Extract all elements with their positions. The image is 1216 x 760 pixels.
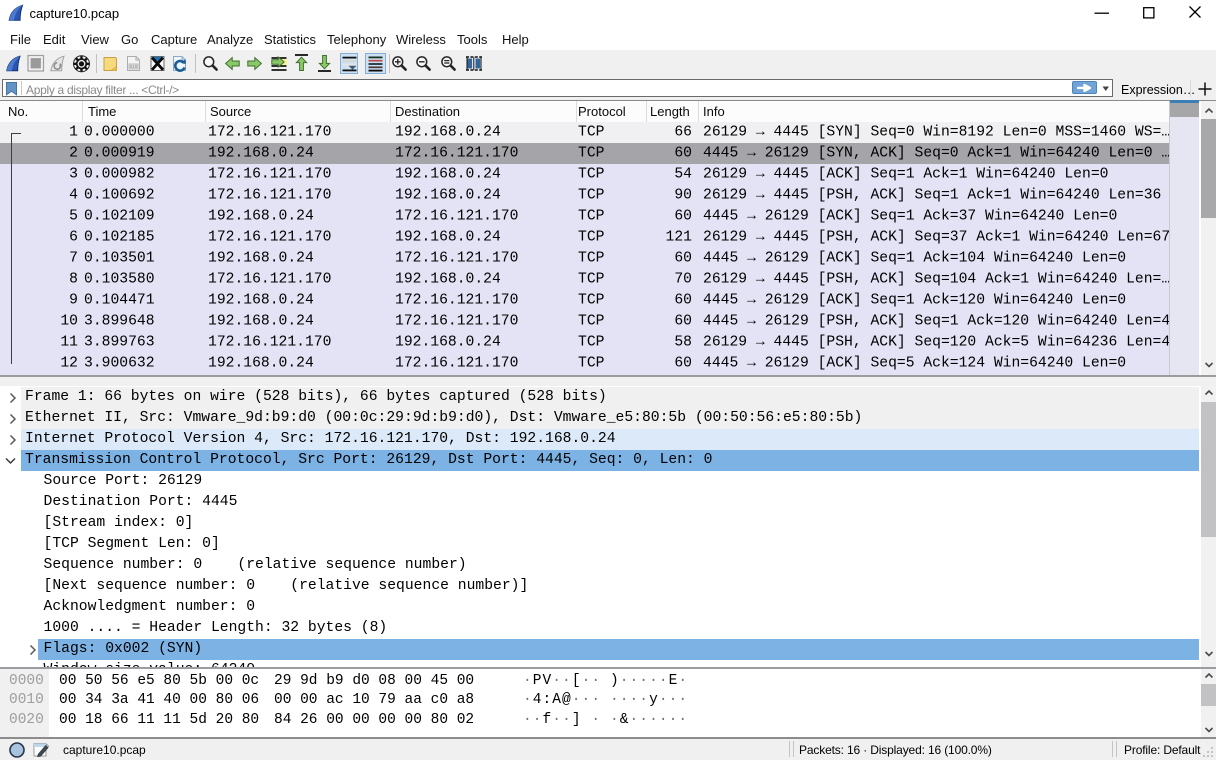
svg-text:010: 010 [130,64,138,69]
